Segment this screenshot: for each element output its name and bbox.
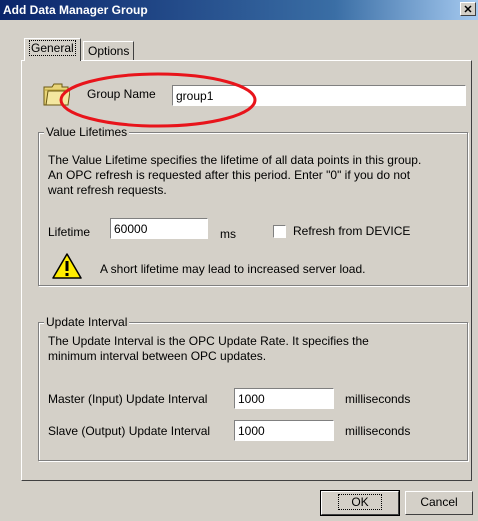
slave-update-interval-input[interactable] — [234, 420, 334, 441]
update-interval-legend: Update Interval — [44, 315, 130, 329]
lifetime-label: Lifetime — [48, 225, 91, 239]
cancel-button-label: Cancel — [420, 495, 458, 509]
cancel-button[interactable]: Cancel — [405, 491, 473, 515]
value-lifetimes-description-1: The Value Lifetime specifies the lifetim… — [48, 153, 422, 167]
master-update-interval-input[interactable] — [234, 388, 334, 409]
ok-button[interactable]: OK — [320, 490, 400, 516]
master-update-interval-unit: milliseconds — [345, 392, 411, 406]
title-bar[interactable]: Add Data Manager Group ✕ — [0, 0, 478, 20]
folder-icon — [43, 83, 70, 106]
window-title: Add Data Manager Group — [3, 3, 148, 17]
value-lifetimes-legend: Value Lifetimes — [44, 125, 130, 139]
tab-options[interactable]: Options — [83, 41, 135, 61]
master-update-interval-label: Master (Input) Update Interval — [48, 392, 208, 406]
close-button[interactable]: ✕ — [460, 2, 476, 16]
lifetime-input[interactable] — [110, 218, 208, 239]
add-data-manager-group-dialog: Add Data Manager Group ✕ General Options… — [0, 0, 478, 521]
update-interval-description-1: The Update Interval is the OPC Update Ra… — [48, 334, 369, 348]
value-lifetimes-description-3: want refresh requests. — [48, 183, 167, 197]
refresh-from-device-checkbox[interactable] — [273, 225, 286, 238]
ok-button-label: OK — [338, 494, 382, 510]
slave-update-interval-unit: milliseconds — [345, 424, 411, 438]
close-icon: ✕ — [463, 4, 473, 16]
warning-text: A short lifetime may lead to increased s… — [100, 262, 366, 276]
refresh-from-device-label[interactable]: Refresh from DEVICE — [293, 224, 410, 238]
group-name-input[interactable] — [172, 85, 466, 106]
warning-icon — [52, 253, 82, 279]
tab-general[interactable]: General — [24, 38, 81, 61]
group-name-label: Group Name — [87, 87, 156, 101]
lifetime-unit: ms — [220, 227, 236, 241]
value-lifetimes-description-2: An OPC refresh is requested after this p… — [48, 168, 411, 182]
update-interval-description-2: minimum interval between OPC updates. — [48, 349, 267, 363]
slave-update-interval-label: Slave (Output) Update Interval — [48, 424, 211, 438]
tab-options-label: Options — [88, 44, 130, 58]
tab-general-label: General — [29, 40, 76, 56]
